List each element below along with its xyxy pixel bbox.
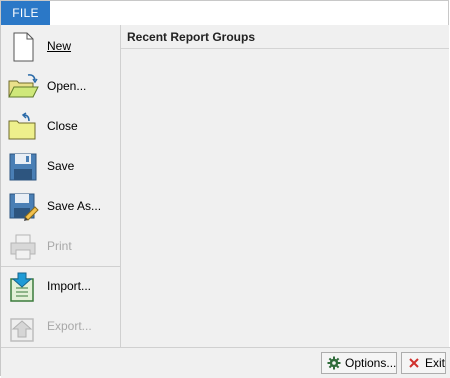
recent-report-groups-panel: Recent Report Groups [121,25,449,347]
file-menu: New Open... Close Save Save As... Print … [1,25,121,347]
import-icon [7,271,39,303]
printer-icon [7,231,39,263]
ribbon-strip [50,1,448,26]
exit-button[interactable]: Exit [401,352,446,374]
close-folder-icon [7,111,39,143]
menu-item-save-as[interactable]: Save As... [1,187,120,227]
menu-item-save[interactable]: Save [1,147,120,187]
menu-item-label: Export... [47,319,92,333]
menu-item-label: Save As... [47,199,102,213]
export-icon [7,311,39,343]
menu-item-import[interactable]: Import... [1,267,120,307]
file-backstage-window: FILE New Open... Close Save Save As... P… [0,0,450,378]
menu-item-print[interactable]: Print [1,227,120,267]
menu-item-label: Save [47,159,75,173]
menu-item-open[interactable]: Open... [1,67,120,107]
bottom-bar: Options... Exit [1,347,450,378]
menu-item-label: Import... [47,279,92,293]
menu-item-close[interactable]: Close [1,107,120,147]
panel-divider [121,48,449,49]
menu-item-new[interactable]: New [1,27,120,67]
save-as-icon [7,191,39,223]
new-document-icon [7,31,39,63]
file-tab[interactable]: FILE [1,1,50,25]
menu-item-label: Print [47,239,72,253]
exit-button-label: Exit [425,356,446,370]
menu-item-label: Close [47,119,78,133]
floppy-disk-icon [7,151,39,183]
options-button-label: Options... [345,356,397,370]
gear-icon [327,356,341,370]
close-x-icon [407,356,421,370]
open-folder-icon [7,71,39,103]
menu-item-export[interactable]: Export... [1,307,120,347]
options-button[interactable]: Options... [321,352,397,374]
menu-item-label: New [47,39,72,53]
menu-item-label: Open... [47,79,87,93]
panel-title: Recent Report Groups [127,30,256,44]
